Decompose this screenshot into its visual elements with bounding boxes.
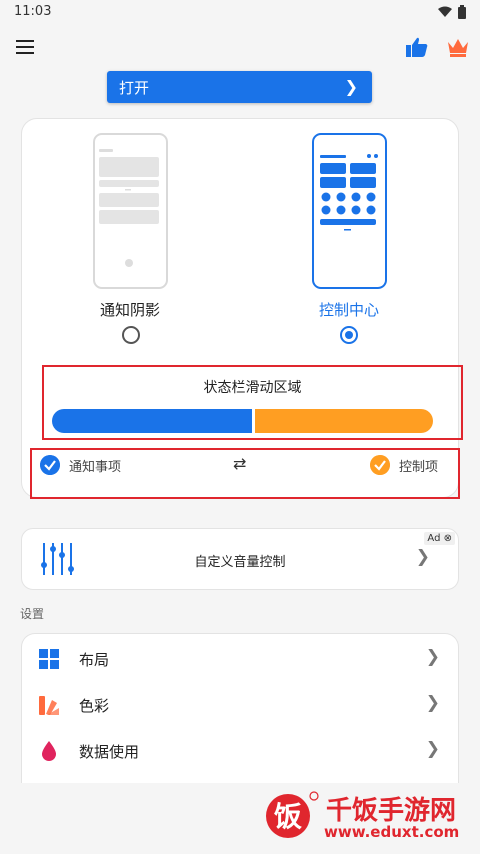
check-circle-icon[interactable] <box>370 455 390 475</box>
zone-assignment-row: 通知事项 ⇄ 控制项 <box>30 448 460 499</box>
notification-shade-preview[interactable] <box>93 133 168 289</box>
battery-icon <box>458 5 466 19</box>
notification-shade-mockup-icon <box>99 149 159 267</box>
wifi-icon <box>438 6 452 17</box>
settings-item-label: 布局 <box>79 651 110 669</box>
check-circle-icon[interactable] <box>40 455 60 475</box>
mode-card: 通知阴影 控制中心 状态栏滑动区域 通知事项 ⇄ 控制项 <box>21 118 463 499</box>
settings-item-color[interactable]: 色彩 ❯ <box>22 682 458 728</box>
chevron-right-icon: ❯ <box>425 739 440 759</box>
settings-item-label: 数据使用 <box>79 743 140 761</box>
settings-section-title: 设置 <box>20 607 45 621</box>
volume-control-label: 自定义音量控制 <box>194 555 286 570</box>
watermark-url: www.eduxt.com <box>324 823 460 841</box>
drop-icon <box>42 741 56 761</box>
chevron-right-icon: ❯ <box>344 77 358 96</box>
swap-arrows-icon[interactable]: ⇄ <box>233 454 246 473</box>
ad-badge[interactable]: Ad ⊗ <box>424 532 455 545</box>
notification-items-label: 通知事项 <box>69 460 122 475</box>
palette-icon <box>39 696 59 715</box>
status-icons <box>438 5 466 19</box>
app-bar <box>0 30 480 64</box>
menu-icon[interactable] <box>16 40 34 54</box>
settings-item-data-usage[interactable]: 数据使用 ❯ <box>22 728 458 774</box>
status-bar-swipe-zone: 状态栏滑动区域 <box>42 365 463 440</box>
status-bar: 11:03 <box>0 0 480 26</box>
control-center-mockup-icon <box>320 154 378 231</box>
chevron-right-icon: ❯ <box>425 647 440 667</box>
rice-bowl-logo-icon: 饭 <box>266 791 319 838</box>
volume-control-ad[interactable]: Ad ⊗ 自定义音量控制 ❯ <box>21 528 459 590</box>
notification-shade-label: 通知阴影 <box>99 301 160 319</box>
settings-list: 布局 ❯ 色彩 ❯ 数据使用 ❯ <box>21 633 459 783</box>
notification-zone-bar[interactable] <box>52 409 252 433</box>
site-watermark: 饭 千饭手游网 www.eduxt.com <box>264 786 474 848</box>
grid-icon <box>39 649 59 669</box>
swipe-zone-title: 状态栏滑动区域 <box>203 380 302 396</box>
control-zone-bar[interactable] <box>255 409 433 433</box>
svg-text:饭: 饭 <box>274 800 302 833</box>
control-center-label: 控制中心 <box>318 301 379 319</box>
open-button-label: 打开 <box>119 79 150 97</box>
status-time: 11:03 <box>14 4 52 19</box>
chevron-right-icon: ❯ <box>425 693 440 713</box>
crown-icon[interactable] <box>446 36 470 58</box>
control-items-label: 控制项 <box>399 460 439 475</box>
notification-shade-radio[interactable] <box>122 326 140 344</box>
open-button[interactable]: 打开 ❯ <box>107 71 372 103</box>
control-center-radio[interactable] <box>340 326 358 344</box>
settings-item-label: 色彩 <box>79 697 110 715</box>
control-center-preview[interactable] <box>312 133 387 289</box>
thumbs-up-icon[interactable] <box>405 36 429 58</box>
settings-item-layout[interactable]: 布局 ❯ <box>22 636 458 682</box>
chevron-right-icon: ❯ <box>415 547 430 567</box>
watermark-title: 千饭手游网 <box>326 796 457 826</box>
